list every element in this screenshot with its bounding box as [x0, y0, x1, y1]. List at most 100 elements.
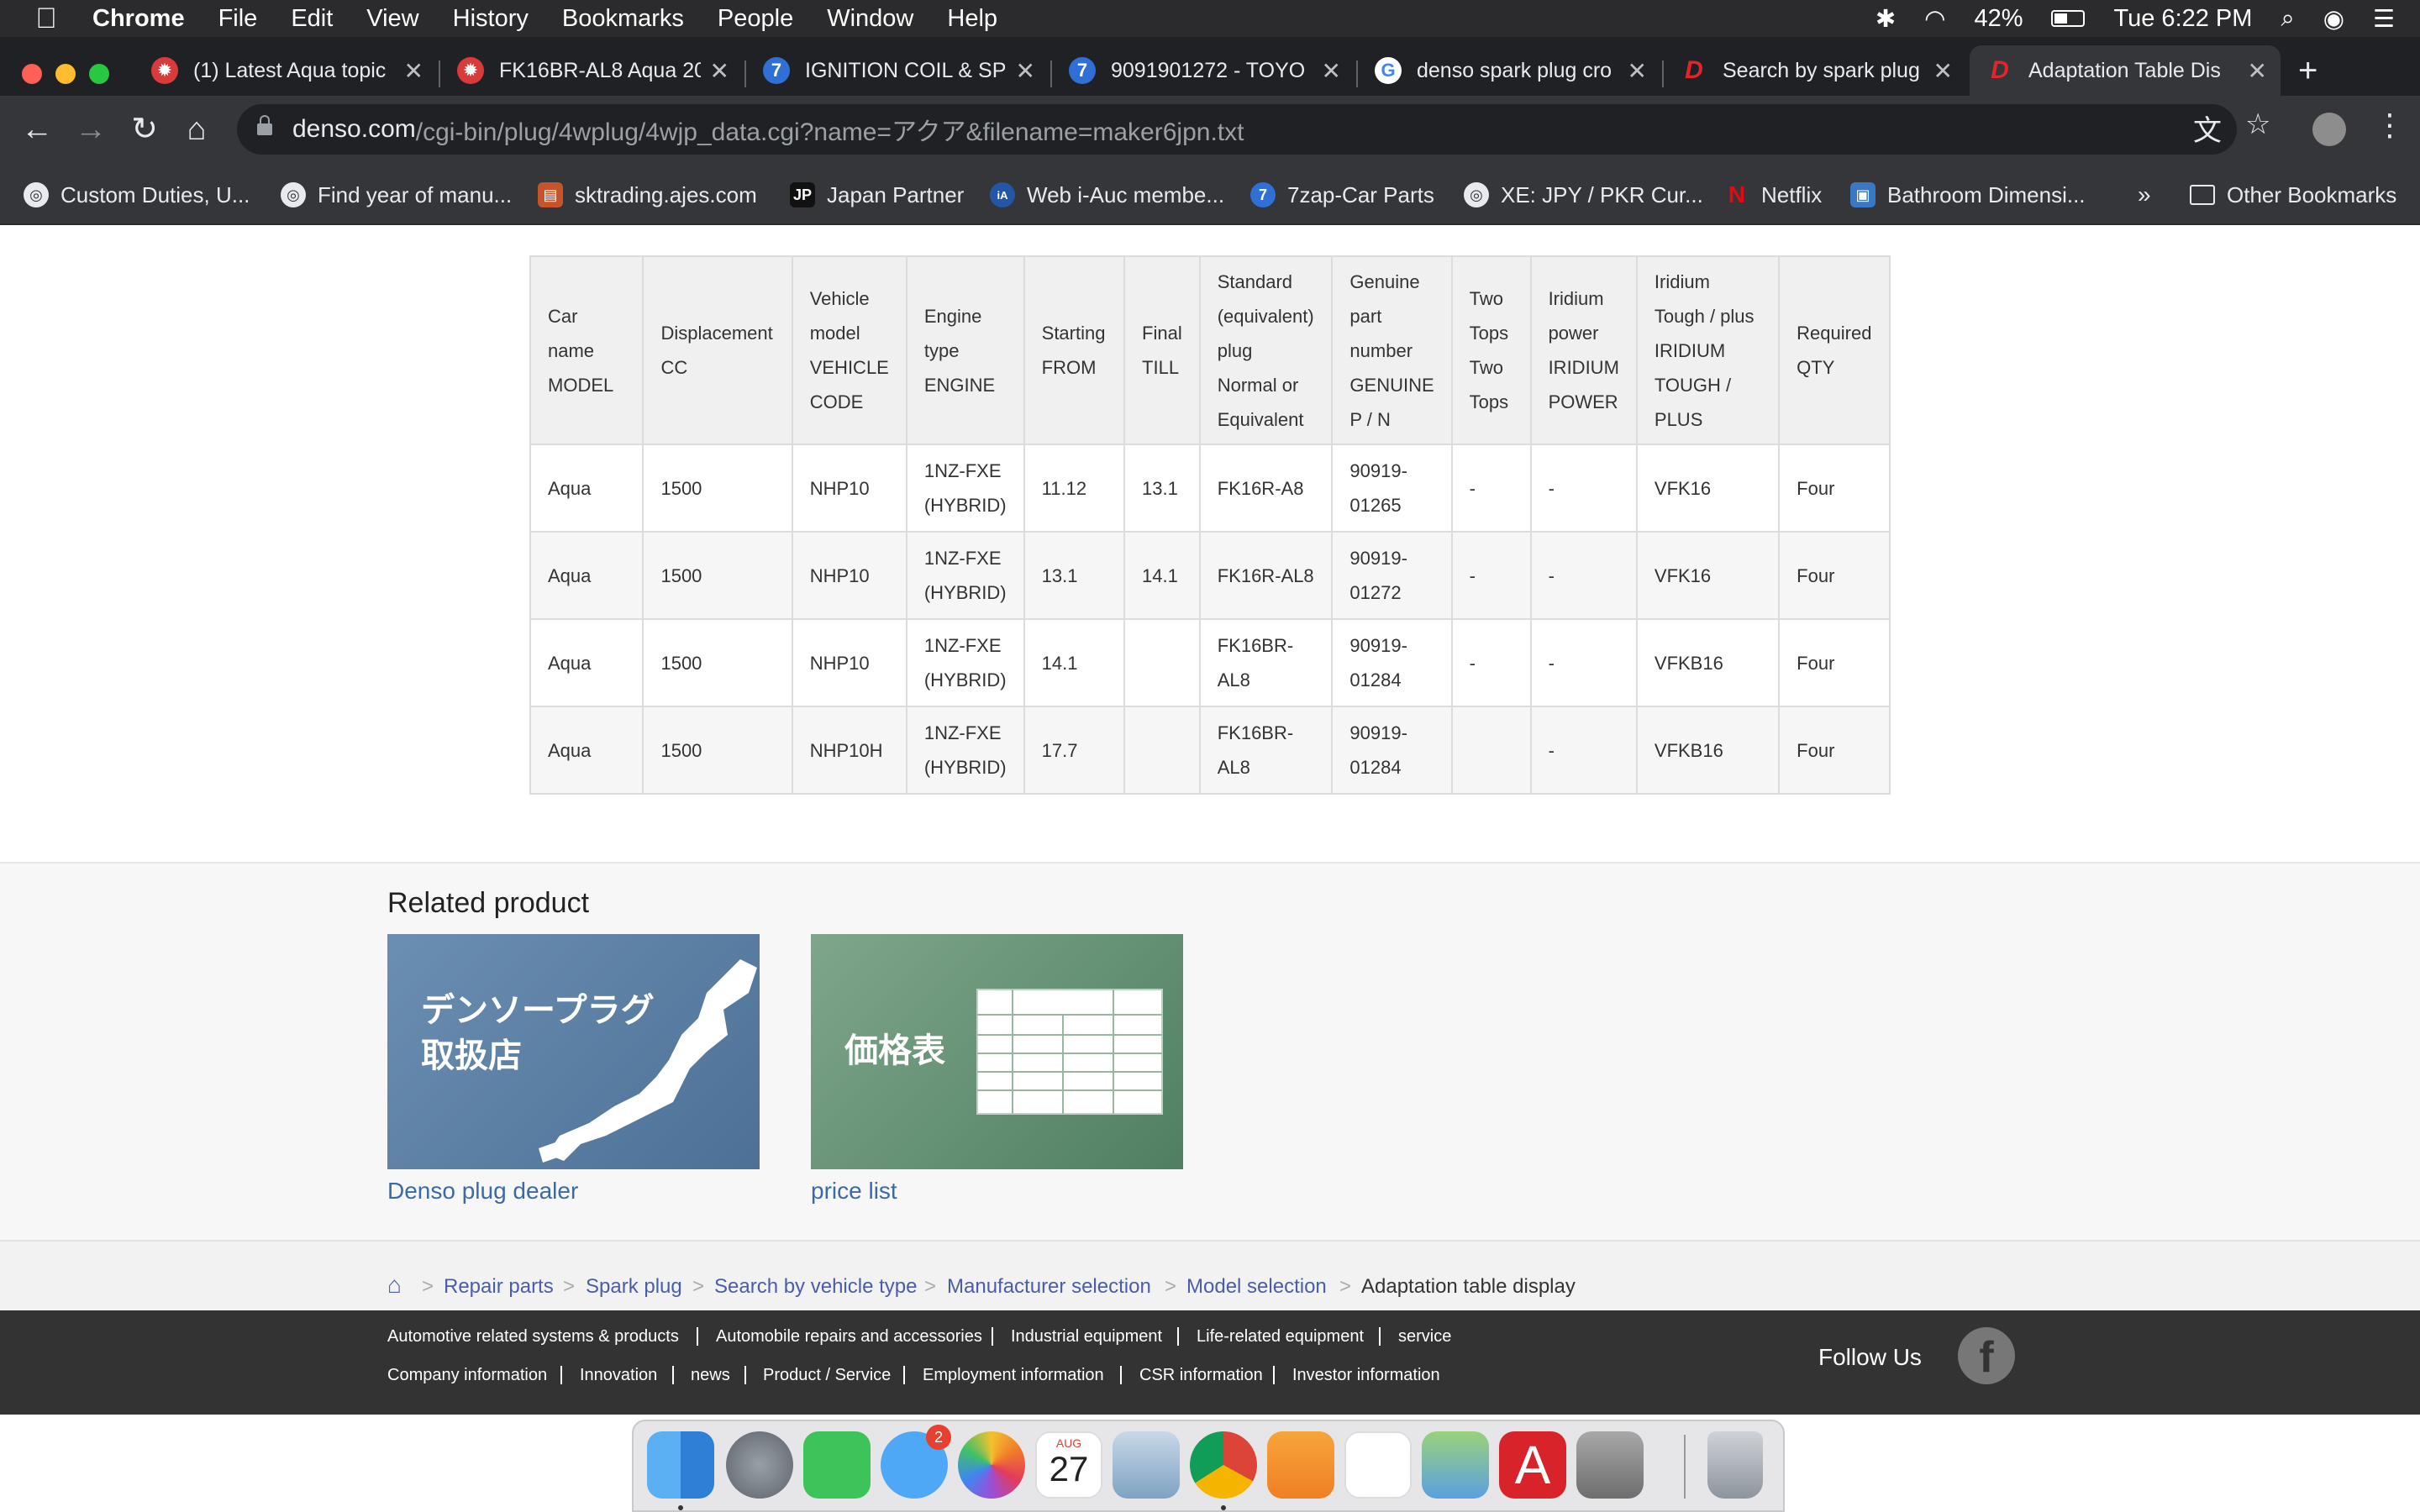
footer-link[interactable]: Industrial equipment: [1011, 1327, 1162, 1347]
breadcrumb-model-selection[interactable]: Model selection: [1186, 1275, 1327, 1299]
footer-link[interactable]: Innovation: [580, 1366, 657, 1385]
close-tab-icon[interactable]: ✕: [1016, 57, 1035, 85]
reload-icon[interactable]: ↻: [124, 109, 165, 150]
bookmark-item[interactable]: ◎ Find year of manu...: [281, 178, 512, 212]
footer-link[interactable]: Company information: [387, 1366, 547, 1385]
price-list-card[interactable]: 価格表 price list: [811, 934, 1183, 1205]
close-tab-icon[interactable]: ✕: [1933, 57, 1953, 85]
finder-icon[interactable]: [647, 1431, 714, 1499]
footer-link[interactable]: Employment information: [923, 1366, 1104, 1385]
breadcrumb-spark-plug[interactable]: Spark plug: [586, 1275, 682, 1299]
close-tab-icon[interactable]: ✕: [404, 57, 424, 85]
other-bookmarks-folder[interactable]: Other Bookmarks: [2190, 178, 2396, 212]
bookmarks-overflow-button[interactable]: »: [2138, 178, 2151, 212]
wifi-icon[interactable]: ◠: [1924, 4, 1945, 34]
close-tab-icon[interactable]: ✕: [710, 57, 729, 85]
footer-link[interactable]: Investor information: [1292, 1366, 1440, 1385]
bookmark-item[interactable]: N Netflix: [1724, 178, 1822, 212]
home-icon[interactable]: ⌂: [387, 1272, 402, 1299]
browser-tab[interactable]: G denso spark plug cro ✕: [1358, 45, 1660, 96]
chrome-menu-icon[interactable]: ⋮: [2375, 108, 2405, 143]
footer-link[interactable]: news: [691, 1366, 730, 1385]
browser-tab[interactable]: ✹ FK16BR-AL8 Aqua 20 ✕: [440, 45, 743, 96]
bookmark-item[interactable]: ◎ Custom Duties, U...: [24, 178, 250, 212]
clock[interactable]: Tue 6:22 PM: [2113, 5, 2252, 33]
bookmark-item[interactable]: ◎ XE: JPY / PKR Cur...: [1464, 178, 1703, 212]
menu-people[interactable]: People: [718, 5, 793, 33]
profile-avatar[interactable]: [2312, 113, 2346, 146]
browser-tab-active[interactable]: D Adaptation Table Dis ✕: [1970, 45, 2281, 96]
column-header: Vehicle model VEHICLE CODE: [791, 255, 908, 445]
address-bar[interactable]: denso.com/cgi-bin/plug/4wplug/4wjp_data.…: [237, 104, 2237, 155]
bluetooth-icon[interactable]: ✱: [1876, 4, 1896, 34]
photos-icon[interactable]: [958, 1431, 1025, 1499]
battery-icon[interactable]: [2051, 10, 2086, 27]
breadcrumb-manufacturer-selection[interactable]: Manufacturer selection: [947, 1275, 1151, 1299]
translate-icon[interactable]: 文: [2193, 108, 2222, 149]
back-arrow-icon[interactable]: ←: [17, 109, 57, 150]
menu-window[interactable]: Window: [827, 5, 913, 33]
calculator-icon[interactable]: [1576, 1431, 1644, 1499]
launchpad-icon[interactable]: [726, 1431, 793, 1499]
bookmark-star-icon[interactable]: ☆: [2245, 108, 2270, 141]
breadcrumb-search-by-vehicle-type[interactable]: Search by vehicle type: [714, 1275, 917, 1299]
window-close-button[interactable]: [22, 64, 42, 84]
footer-link[interactable]: Automobile repairs and accessories: [716, 1327, 982, 1347]
bookmark-item[interactable]: JP Japan Partner: [790, 178, 964, 212]
chrome-icon[interactable]: [1190, 1431, 1257, 1499]
new-tab-icon[interactable]: +: [2298, 52, 2317, 90]
menu-view[interactable]: View: [366, 5, 418, 33]
footer-link[interactable]: Life-related equipment: [1197, 1327, 1364, 1347]
footer-link[interactable]: CSR information: [1139, 1366, 1263, 1385]
dealer-card[interactable]: デンソープラグ 取扱店 Denso plug dealer: [387, 934, 760, 1205]
breadcrumb-repair-parts[interactable]: Repair parts: [444, 1275, 554, 1299]
facebook-icon[interactable]: f: [1958, 1327, 2015, 1384]
calendar-day: 27: [1049, 1449, 1089, 1488]
menu-edit[interactable]: Edit: [291, 5, 333, 33]
table-cell: VFK16: [1635, 531, 1781, 620]
notification-center-icon[interactable]: ☰: [2373, 4, 2395, 34]
footer-link[interactable]: service: [1398, 1327, 1451, 1347]
apple-logo-icon[interactable]: : [0, 3, 92, 35]
trash-icon[interactable]: [1707, 1431, 1763, 1499]
battery-percent[interactable]: 42%: [1974, 5, 2023, 33]
close-tab-icon[interactable]: ✕: [2248, 57, 2267, 85]
bookmark-label: XE: JPY / PKR Cur...: [1501, 181, 1703, 207]
window-minimize-button[interactable]: [55, 64, 76, 84]
siri-icon[interactable]: ◉: [2323, 4, 2344, 34]
bookmark-item[interactable]: ▣ Bathroom Dimensi...: [1850, 178, 2086, 212]
price-list-link[interactable]: price list: [811, 1178, 1183, 1205]
pages-icon[interactable]: [1267, 1431, 1334, 1499]
bookmark-item[interactable]: 7 7zap-Car Parts: [1250, 178, 1434, 212]
calendar-icon[interactable]: AUG 27: [1035, 1431, 1102, 1499]
browser-tab[interactable]: D Search by spark plug ✕: [1664, 45, 1966, 96]
spotlight-search-icon[interactable]: ⌕: [2281, 5, 2294, 33]
footer-link[interactable]: Product / Service: [763, 1366, 891, 1385]
browser-tab[interactable]: 7 9091901272 - TOYO ✕: [1052, 45, 1355, 96]
dealer-link[interactable]: Denso plug dealer: [387, 1178, 760, 1205]
menu-chrome[interactable]: Chrome: [92, 5, 185, 33]
table-cell: [1450, 706, 1532, 795]
price-list-image[interactable]: 価格表: [811, 934, 1183, 1169]
close-tab-icon[interactable]: ✕: [1322, 57, 1341, 85]
menu-bookmarks[interactable]: Bookmarks: [562, 5, 684, 33]
bookmark-item[interactable]: ▤ sktrading.ajes.com: [538, 178, 757, 212]
menu-history[interactable]: History: [453, 5, 529, 33]
numbers-icon[interactable]: [1344, 1431, 1412, 1499]
close-tab-icon[interactable]: ✕: [1628, 57, 1647, 85]
autocad-icon[interactable]: A: [1499, 1431, 1566, 1499]
bookmark-item[interactable]: iA Web i-Auc membe...: [990, 178, 1224, 212]
window-zoom-button[interactable]: [89, 64, 109, 84]
menu-file[interactable]: File: [218, 5, 258, 33]
dealer-image[interactable]: デンソープラグ 取扱店: [387, 934, 760, 1169]
browser-tab[interactable]: ✹ (1) Latest Aqua topic ✕: [134, 45, 437, 96]
menu-help[interactable]: Help: [947, 5, 997, 33]
home-icon[interactable]: ⌂: [176, 109, 217, 150]
browser-tab[interactable]: 7 IGNITION COIL & SP ✕: [746, 45, 1049, 96]
facetime-icon[interactable]: [803, 1431, 871, 1499]
forward-arrow-icon[interactable]: →: [71, 109, 111, 150]
footer-link[interactable]: Automotive related systems & products: [387, 1327, 679, 1347]
preview-icon[interactable]: [1113, 1431, 1180, 1499]
lock-icon[interactable]: [257, 115, 272, 135]
maps-icon[interactable]: [1422, 1431, 1489, 1499]
